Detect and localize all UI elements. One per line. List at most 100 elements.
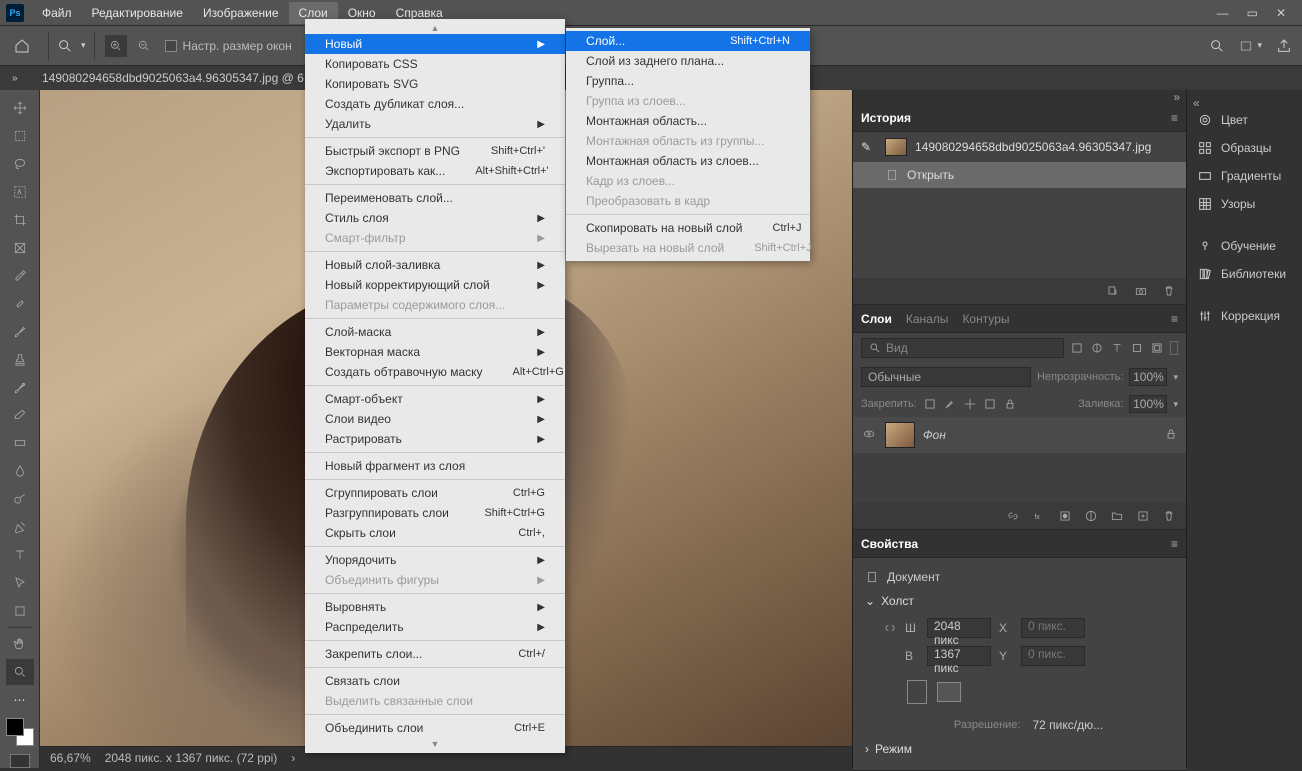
group-icon[interactable]	[1110, 509, 1124, 523]
tool-preset-picker[interactable]: ▾	[48, 32, 95, 60]
doc-info[interactable]: 2048 пикс. x 1367 пикс. (72 ppi)	[105, 751, 278, 765]
filter-smart-icon[interactable]	[1150, 341, 1164, 355]
edit-toolbar-button[interactable]: ⋯	[6, 687, 34, 713]
mask-icon[interactable]	[1058, 509, 1072, 523]
menu-item[interactable]: Экспортировать как...Alt+Shift+Ctrl+'	[305, 161, 565, 181]
panel-shortcut-adjust[interactable]: Коррекция	[1187, 302, 1302, 330]
zoom-level[interactable]: 66,67%	[50, 751, 91, 765]
menu-item[interactable]: Разгруппировать слоиShift+Ctrl+G	[305, 503, 565, 523]
lock-all-icon[interactable]	[1003, 397, 1017, 411]
share-icon[interactable]	[1276, 38, 1292, 54]
menu-item[interactable]: Слой из заднего плана...	[566, 51, 810, 71]
menu-scroll-down-icon[interactable]: ▼	[305, 738, 565, 750]
menu-item[interactable]: Слой...Shift+Ctrl+N	[566, 31, 810, 51]
marquee-tool[interactable]	[6, 123, 34, 149]
menu-item[interactable]: Переименовать слой...	[305, 188, 565, 208]
menu-item[interactable]: Новый▶	[305, 34, 565, 54]
blur-tool[interactable]	[6, 458, 34, 484]
chevron-right-icon[interactable]: ›	[291, 751, 295, 765]
history-tab[interactable]: История	[861, 111, 911, 125]
menu-item[interactable]: Копировать SVG	[305, 74, 565, 94]
zoom-tool[interactable]	[6, 659, 34, 685]
healing-tool[interactable]	[6, 291, 34, 317]
hand-tool[interactable]	[6, 631, 34, 657]
menu-файл[interactable]: Файл	[32, 2, 82, 24]
menu-item[interactable]: Стиль слоя▶	[305, 208, 565, 228]
menu-item[interactable]: Создать обтравочную маскуAlt+Ctrl+G	[305, 362, 565, 382]
link-wh-icon[interactable]	[883, 621, 897, 635]
close-button[interactable]: ✕	[1276, 6, 1286, 20]
gradient-tool[interactable]	[6, 430, 34, 456]
menu-item[interactable]: Растрировать▶	[305, 429, 565, 449]
frame-tool[interactable]	[6, 235, 34, 261]
layers-tab[interactable]: Слои	[861, 312, 892, 326]
type-tool[interactable]	[6, 542, 34, 568]
lock-artboard-icon[interactable]	[983, 397, 997, 411]
home-button[interactable]	[10, 34, 34, 58]
lock-position-icon[interactable]	[963, 397, 977, 411]
new-layer-icon[interactable]	[1136, 509, 1150, 523]
eyedropper-tool[interactable]	[6, 263, 34, 289]
fg-color-swatch[interactable]	[6, 718, 24, 736]
link-icon[interactable]	[1006, 509, 1020, 523]
blend-mode-select[interactable]: Обычные	[861, 367, 1031, 387]
width-input[interactable]: 2048 пикс	[927, 618, 991, 638]
menu-item[interactable]: Выровнять▶	[305, 597, 565, 617]
properties-tab[interactable]: Свойства	[861, 537, 918, 551]
document-tab[interactable]: 149080294658dbd9025063a4.96305347.jpg @ …	[42, 71, 304, 85]
menu-item[interactable]: Векторная маска▶	[305, 342, 565, 362]
menu-item[interactable]: Распределить▶	[305, 617, 565, 637]
filter-pixel-icon[interactable]	[1070, 341, 1084, 355]
panel-menu-icon[interactable]: ≡	[1171, 312, 1178, 326]
stamp-tool[interactable]	[6, 347, 34, 373]
menu-scroll-up-icon[interactable]: ▲	[305, 22, 565, 34]
expand-panels-icon[interactable]: «	[1193, 96, 1200, 106]
adjustment-icon[interactable]	[1084, 509, 1098, 523]
trash-icon[interactable]	[1162, 284, 1176, 298]
filter-type-icon[interactable]	[1110, 341, 1124, 355]
minimize-button[interactable]: —	[1217, 6, 1229, 20]
maximize-button[interactable]: ▭	[1247, 6, 1258, 20]
zoom-in-button[interactable]	[105, 35, 127, 57]
menu-item[interactable]: Создать дубликат слоя...	[305, 94, 565, 114]
panel-menu-icon[interactable]: ≡	[1171, 537, 1178, 551]
menu-item[interactable]: Связать слои	[305, 671, 565, 691]
filter-toggle[interactable]	[1170, 341, 1178, 355]
menu-item[interactable]: Группа...	[566, 71, 810, 91]
menu-редактирование[interactable]: Редактирование	[82, 2, 193, 24]
history-brush-tool[interactable]	[6, 375, 34, 401]
history-state[interactable]: Открыть	[853, 162, 1186, 188]
canvas-section-toggle[interactable]: ⌄ Холст	[865, 588, 1174, 614]
layer-item[interactable]: Фон	[853, 417, 1186, 453]
menu-item[interactable]: Слои видео▶	[305, 409, 565, 429]
channels-tab[interactable]: Каналы	[906, 312, 949, 326]
filter-adjust-icon[interactable]	[1090, 341, 1104, 355]
fx-icon[interactable]: fx	[1032, 509, 1046, 523]
menu-item[interactable]: Монтажная область из слоев...	[566, 151, 810, 171]
lock-icon[interactable]	[1164, 427, 1178, 444]
panel-shortcut-color[interactable]: Цвет	[1187, 106, 1302, 134]
pen-tool[interactable]	[6, 514, 34, 540]
trash-icon[interactable]	[1162, 509, 1176, 523]
path-select-tool[interactable]	[6, 570, 34, 596]
visibility-toggle[interactable]	[861, 427, 877, 444]
opacity-value[interactable]: 100%	[1129, 368, 1167, 386]
panel-shortcut-libs[interactable]: Библиотеки	[1187, 260, 1302, 288]
lock-image-icon[interactable]	[943, 397, 957, 411]
menu-item[interactable]: Сгруппировать слоиCtrl+G	[305, 483, 565, 503]
panel-shortcut-gradients[interactable]: Градиенты	[1187, 162, 1302, 190]
crop-tool[interactable]	[6, 207, 34, 233]
menu-item[interactable]: Быстрый экспорт в PNGShift+Ctrl+'	[305, 141, 565, 161]
brush-tool[interactable]	[6, 319, 34, 345]
height-input[interactable]: 1367 пикс	[927, 646, 991, 666]
menu-item[interactable]: Новый корректирующий слой▶	[305, 275, 565, 295]
quick-mask-toggle[interactable]	[10, 754, 30, 768]
dodge-tool[interactable]	[6, 486, 34, 512]
menu-item[interactable]: Новый фрагмент из слоя	[305, 456, 565, 476]
menu-item[interactable]: Монтажная область...	[566, 111, 810, 131]
menu-item[interactable]: Новый слой-заливка▶	[305, 255, 565, 275]
workspace-switcher[interactable]: ▾	[1239, 39, 1262, 53]
resize-windows-checkbox[interactable]: Настр. размер окон	[165, 39, 292, 53]
move-tool[interactable]	[6, 95, 34, 121]
panel-shortcut-learn[interactable]: Обучение	[1187, 232, 1302, 260]
